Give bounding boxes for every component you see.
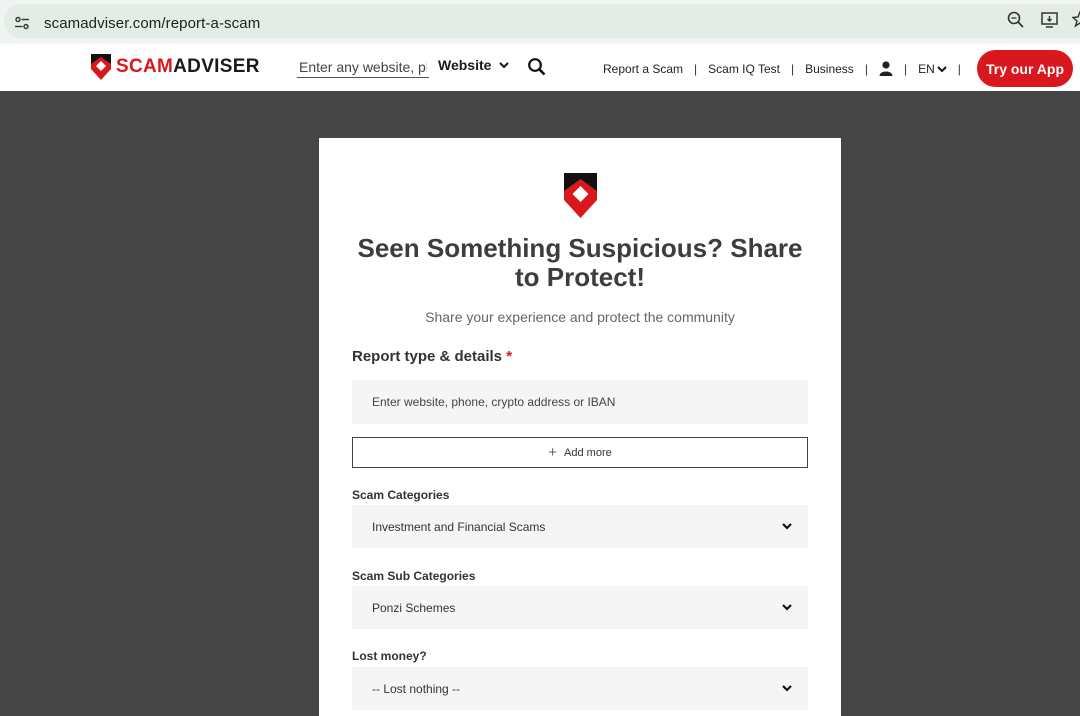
add-more-button[interactable]: + Add more [352, 437, 808, 468]
shield-logo-icon [91, 54, 111, 80]
search-type-value: Website [438, 57, 492, 73]
nav-separator: | [694, 61, 698, 76]
url-omnibox[interactable]: scamadviser.com/report-a-scam [4, 4, 1080, 38]
language-select[interactable]: EN [918, 62, 947, 76]
scam-sub-categories-value: Ponzi Schemes [372, 600, 456, 615]
add-more-label: Add more [564, 446, 612, 459]
chevron-down-icon [782, 685, 792, 692]
site-search-input[interactable] [297, 56, 429, 78]
section-title-text: Report type & details [352, 348, 503, 365]
browser-address-bar: scamadviser.com/report-a-scam [0, 0, 1080, 44]
chevron-down-icon [782, 523, 792, 530]
zoom-icon[interactable] [1006, 10, 1026, 30]
language-value: EN [918, 61, 935, 76]
nav-separator: | [957, 61, 961, 76]
site-settings-icon[interactable] [14, 16, 30, 30]
search-type-select[interactable]: Website [438, 57, 510, 73]
logo-text-scam: SCAM [116, 56, 174, 77]
install-app-icon[interactable] [1040, 10, 1060, 30]
user-icon[interactable] [879, 61, 893, 76]
logo-text-adviser: ADVISER [173, 56, 260, 77]
search-icon[interactable] [527, 57, 547, 77]
site-header: SCAMADVISER Website Report a Scam | Scam… [0, 44, 1080, 91]
shield-logo-icon [564, 173, 597, 218]
nav-separator: | [903, 61, 908, 76]
top-nav: Report a Scam | Scam IQ Test | Business … [603, 61, 972, 76]
page-title: Seen Something Suspicious? Share to Prot… [357, 233, 803, 292]
required-mark: * [506, 348, 513, 365]
nav-scam-iq-test[interactable]: Scam IQ Test [708, 62, 780, 76]
nav-separator: | [864, 61, 868, 76]
scam-target-input[interactable] [352, 380, 808, 424]
lost-money-select[interactable]: -- Lost nothing -- [352, 667, 808, 710]
nav-report-scam[interactable]: Report a Scam [603, 62, 683, 76]
report-form-card: Seen Something Suspicious? Share to Prot… [319, 138, 841, 716]
scam-sub-categories-label: Scam Sub Categories [352, 569, 476, 583]
nav-separator: | [790, 61, 795, 76]
nav-business[interactable]: Business [805, 62, 854, 76]
lost-money-value: -- Lost nothing -- [372, 681, 461, 696]
chevron-down-icon [937, 65, 947, 72]
chevron-down-icon [499, 62, 510, 69]
scam-categories-value: Investment and Financial Scams [372, 519, 546, 534]
chevron-down-icon [782, 604, 792, 611]
lost-money-label: Lost money? [352, 649, 427, 663]
scam-categories-label: Scam Categories [352, 488, 450, 502]
scam-categories-select[interactable]: Investment and Financial Scams [352, 505, 808, 548]
section-title: Report type & details * [352, 348, 512, 365]
page-subtitle: Share your experience and protect the co… [425, 309, 735, 325]
scamadviser-logo[interactable]: SCAMADVISER [90, 52, 260, 82]
scam-sub-categories-select[interactable]: Ponzi Schemes [352, 586, 808, 629]
try-app-button[interactable]: Try our App [977, 50, 1073, 87]
url-text[interactable]: scamadviser.com/report-a-scam [44, 15, 260, 32]
bookmark-star-icon[interactable] [1072, 10, 1080, 30]
plus-icon: + [548, 444, 558, 461]
